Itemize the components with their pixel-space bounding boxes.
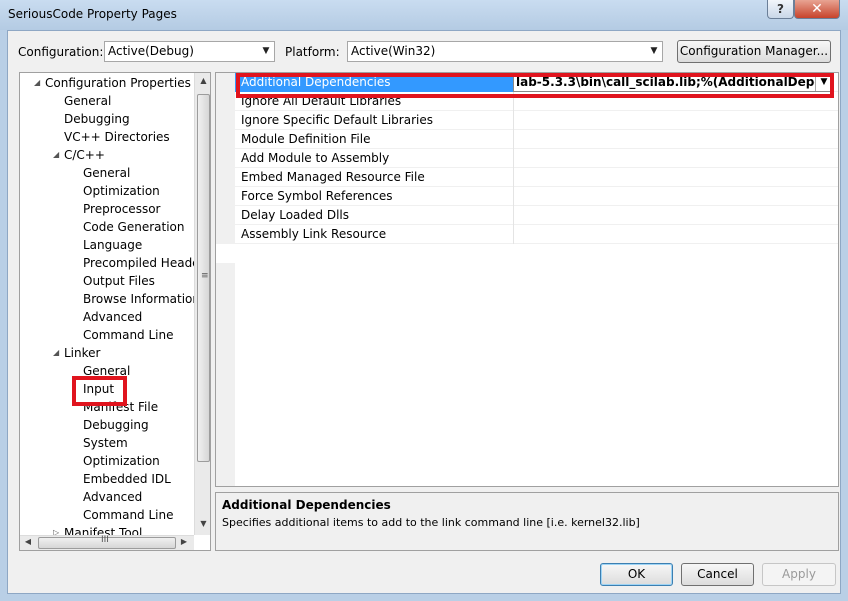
scrollbar-thumb[interactable]: ≡: [197, 94, 210, 462]
row-gutter: [216, 206, 235, 225]
tree-item-embedded-idl[interactable]: Embedded IDL: [83, 470, 171, 488]
property-name[interactable]: Assembly Link Resource: [241, 225, 509, 244]
tree-item-linker[interactable]: Linker: [64, 344, 100, 362]
title-bar[interactable]: SeriousCode Property Pages ? ✕: [0, 0, 848, 30]
property-name[interactable]: Add Module to Assembly: [241, 149, 509, 168]
expand-arrow-icon[interactable]: ◢: [34, 74, 40, 92]
expand-arrow-icon[interactable]: ◢: [53, 344, 59, 362]
property-row[interactable]: Force Symbol References: [216, 187, 838, 206]
property-row[interactable]: Embed Managed Resource File: [216, 168, 838, 187]
property-name[interactable]: Ignore All Default Libraries: [241, 92, 509, 111]
help-button[interactable]: ?: [767, 0, 794, 19]
scroll-right-icon[interactable]: ▶: [178, 537, 190, 546]
row-gutter: [216, 168, 235, 187]
close-button[interactable]: ✕: [794, 0, 840, 19]
property-name[interactable]: Module Definition File: [241, 130, 509, 149]
tree-item-optimization[interactable]: Optimization: [83, 452, 160, 470]
tree-item-code-generation[interactable]: Code Generation: [83, 218, 184, 236]
grip-icon: III: [101, 535, 109, 545]
window-title: SeriousCode Property Pages: [8, 7, 177, 21]
property-row[interactable]: Delay Loaded Dlls: [216, 206, 838, 225]
tree-item-vc-directories[interactable]: VC++ Directories: [64, 128, 170, 146]
property-value[interactable]: [513, 111, 838, 130]
chevron-down-icon: ▼: [650, 46, 658, 56]
chevron-down-icon[interactable]: ▼: [815, 74, 832, 91]
tree-item-general[interactable]: General: [64, 92, 111, 110]
row-gutter: [216, 111, 235, 130]
row-gutter: [216, 225, 235, 244]
configuration-label: Configuration:: [18, 45, 104, 59]
property-value[interactable]: [513, 225, 838, 244]
tree-item-precompiled-heade[interactable]: Precompiled Heade: [83, 254, 200, 272]
row-gutter: [216, 149, 235, 168]
tree-item-output-files[interactable]: Output Files: [83, 272, 155, 290]
description-panel: Additional Dependencies Specifies additi…: [215, 492, 839, 551]
scroll-left-icon[interactable]: ◀: [22, 537, 34, 546]
ok-button[interactable]: OK: [600, 563, 673, 586]
row-gutter: [216, 73, 235, 92]
property-grid[interactable]: Additional Dependencies lab-5.3.3\bin\cal…: [215, 72, 839, 487]
scroll-down-icon[interactable]: ▼: [195, 519, 210, 528]
row-gutter: [216, 130, 235, 149]
configuration-dropdown[interactable]: Active(Debug) ▼: [104, 41, 275, 62]
tree-item-debugging[interactable]: Debugging: [83, 416, 149, 434]
property-value[interactable]: [513, 130, 838, 149]
tree-item-advanced[interactable]: Advanced: [83, 488, 142, 506]
description-title: Additional Dependencies: [222, 498, 391, 512]
row-gutter: [216, 187, 235, 206]
property-value[interactable]: [513, 149, 838, 168]
property-value[interactable]: [513, 187, 838, 206]
tree-item-input[interactable]: Input: [83, 380, 114, 398]
property-name[interactable]: Ignore Specific Default Libraries: [241, 111, 509, 130]
expand-arrow-icon[interactable]: ◢: [53, 146, 59, 164]
tree-item-general[interactable]: General: [83, 362, 130, 380]
tree-vertical-scrollbar[interactable]: ▲ ≡ ▼: [194, 73, 210, 535]
cancel-button[interactable]: Cancel: [681, 563, 754, 586]
platform-value: Active(Win32): [351, 44, 436, 58]
tree-item-browse-information[interactable]: Browse Information: [83, 290, 200, 308]
tree-item-optimization[interactable]: Optimization: [83, 182, 160, 200]
grip-icon: ≡: [201, 271, 209, 281]
tree-item-c-c[interactable]: C/C++: [64, 146, 105, 164]
tree-item-language[interactable]: Language: [83, 236, 142, 254]
property-name[interactable]: Additional Dependencies: [235, 73, 513, 92]
dialog-client-area: Configuration: Active(Debug) ▼ Platform:…: [7, 30, 841, 594]
property-name[interactable]: Delay Loaded Dlls: [241, 206, 509, 225]
property-row[interactable]: Add Module to Assembly: [216, 149, 838, 168]
tree-item-configuration-properties[interactable]: Configuration Properties: [45, 74, 191, 92]
property-name[interactable]: Force Symbol References: [241, 187, 509, 206]
property-row[interactable]: Ignore All Default Libraries: [216, 92, 838, 111]
platform-dropdown[interactable]: Active(Win32) ▼: [347, 41, 663, 62]
grid-gutter: [216, 263, 235, 486]
row-gutter: [216, 92, 235, 111]
tree-item-system[interactable]: System: [83, 434, 128, 452]
tree-item-advanced[interactable]: Advanced: [83, 308, 142, 326]
property-tree[interactable]: ◢ Configuration Properties General Debuggin…: [19, 72, 211, 551]
property-row[interactable]: Module Definition File: [216, 130, 838, 149]
scroll-up-icon[interactable]: ▲: [195, 76, 210, 85]
tree-item-command-line[interactable]: Command Line: [83, 326, 174, 344]
property-pages-window: SeriousCode Property Pages ? ✕ Configura…: [0, 0, 848, 601]
platform-label: Platform:: [285, 45, 340, 59]
property-value[interactable]: [513, 168, 838, 187]
chevron-down-icon: ▼: [262, 46, 270, 56]
tree-item-debugging[interactable]: Debugging: [64, 110, 130, 128]
property-value[interactable]: [513, 206, 838, 225]
property-row[interactable]: Additional Dependencies lab-5.3.3\bin\cal…: [216, 73, 838, 92]
apply-button[interactable]: Apply: [762, 563, 836, 586]
tree-item-command-line[interactable]: Command Line: [83, 506, 174, 524]
configuration-manager-button[interactable]: Configuration Manager...: [677, 40, 831, 63]
property-row[interactable]: Assembly Link Resource: [216, 225, 838, 244]
tree-item-manifest-file[interactable]: Manifest File: [83, 398, 158, 416]
scrollbar-thumb[interactable]: III: [38, 535, 176, 549]
configuration-value: Active(Debug): [108, 44, 194, 58]
additional-dependencies-value-field[interactable]: lab-5.3.3\bin\call_scilab.lib;%(Addition…: [513, 73, 834, 92]
description-text: Specifies additional items to add to the…: [222, 516, 640, 529]
tree-horizontal-scrollbar[interactable]: ◀ III ▶: [20, 535, 194, 550]
tree-item-general[interactable]: General: [83, 164, 130, 182]
property-name[interactable]: Embed Managed Resource File: [241, 168, 509, 187]
property-row[interactable]: Ignore Specific Default Libraries: [216, 111, 838, 130]
tree-item-preprocessor[interactable]: Preprocessor: [83, 200, 160, 218]
property-value[interactable]: [513, 92, 838, 111]
